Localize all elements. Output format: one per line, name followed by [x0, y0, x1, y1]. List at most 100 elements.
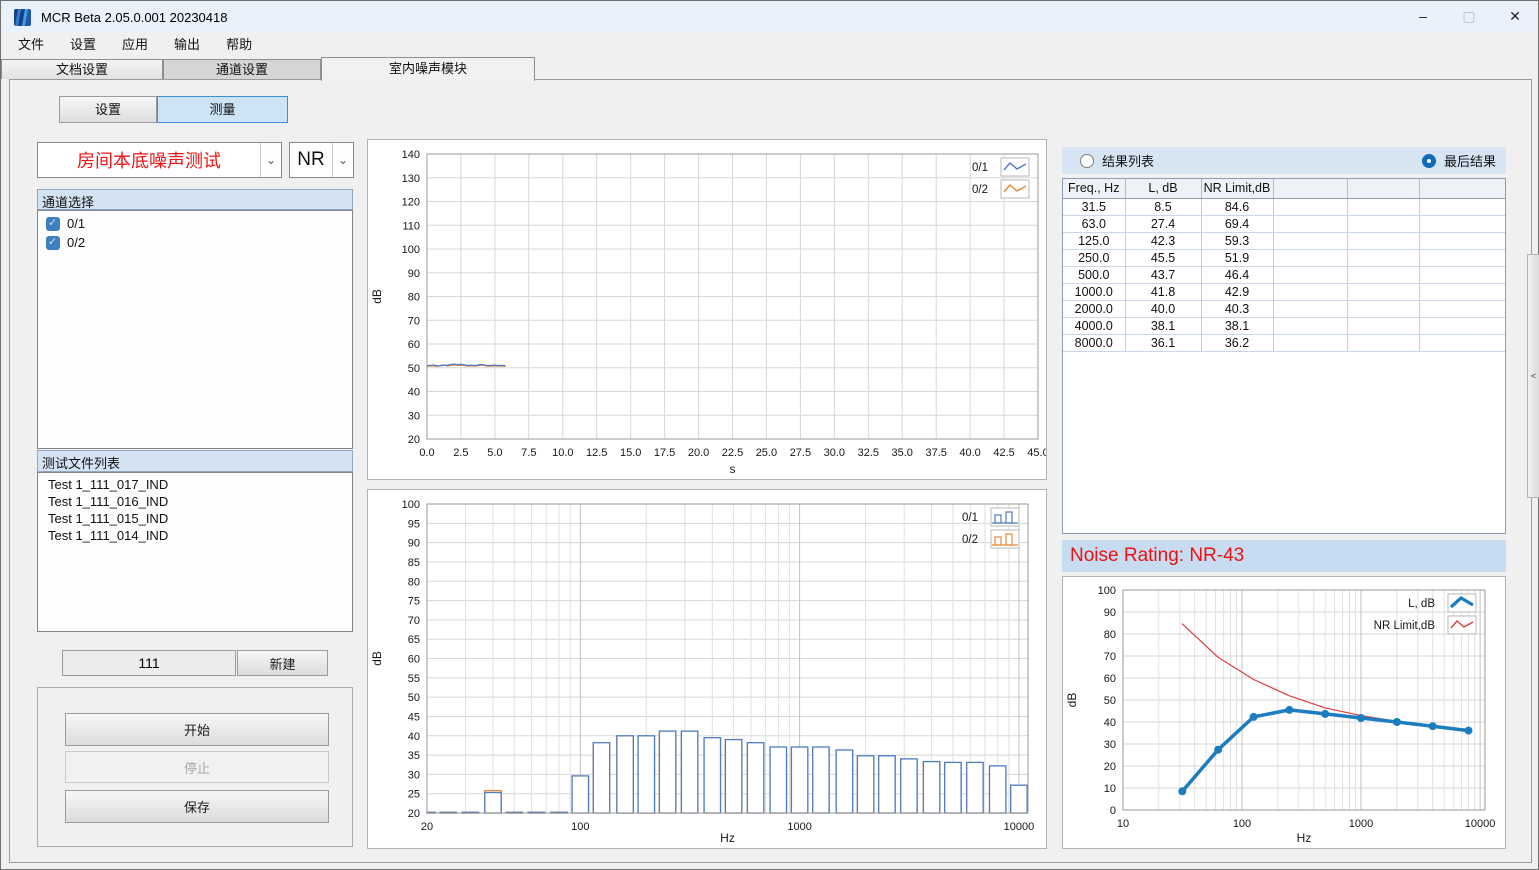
channel-label: 0/2	[67, 235, 85, 250]
checkbox-icon[interactable]	[46, 236, 60, 250]
menu-item-设置[interactable]: 设置	[57, 33, 109, 56]
table-row[interactable]: 250.045.551.9	[1063, 249, 1506, 266]
table-cell	[1419, 249, 1506, 266]
rating-standard-combo[interactable]: NR ⌄	[289, 142, 354, 178]
tab-室内噪声模块[interactable]: 室内噪声模块	[321, 57, 535, 81]
svg-text:20: 20	[421, 821, 433, 833]
last-result-label: 最后结果	[1444, 151, 1496, 170]
stop-button[interactable]: 停止	[65, 751, 329, 783]
results-table-container: Freq., HzL, dBNR Limit,dB 31.58.584.663.…	[1062, 178, 1506, 534]
save-button[interactable]: 保存	[65, 790, 329, 823]
table-row[interactable]: 125.042.359.3	[1063, 232, 1506, 249]
table-row[interactable]: 63.027.469.4	[1063, 215, 1506, 232]
table-cell: 45.5	[1125, 249, 1201, 266]
table-cell: 59.3	[1201, 232, 1273, 249]
svg-text:30: 30	[408, 769, 420, 781]
chevron-down-icon[interactable]: ⌄	[260, 143, 281, 177]
file-item[interactable]: Test 1_111_015_IND	[38, 510, 352, 527]
svg-text:90: 90	[408, 538, 420, 550]
results-col-header: L, dB	[1125, 179, 1201, 198]
titlebar: MCR Beta 2.05.0.001 20230418 – ▢ ✕	[1, 1, 1538, 33]
measure-control-group: 开始 停止 保存	[37, 687, 353, 847]
collapse-panel-handle[interactable]: <	[1527, 254, 1539, 498]
tab-通道设置[interactable]: 通道设置	[163, 59, 321, 79]
svg-text:40: 40	[408, 387, 420, 399]
last-result-radio[interactable]: 最后结果	[1422, 151, 1496, 170]
svg-text:70: 70	[408, 315, 420, 327]
svg-text:30.0: 30.0	[824, 447, 845, 459]
result-mode-bar: 结果列表 最后结果	[1062, 147, 1506, 174]
file-item[interactable]: Test 1_111_014_IND	[38, 527, 352, 544]
rating-standard-value: NR	[290, 149, 332, 171]
close-icon[interactable]: ✕	[1492, 1, 1538, 33]
noise-rating-value: Noise Rating: NR-43	[1070, 545, 1244, 567]
svg-text:80: 80	[1104, 629, 1116, 641]
file-item[interactable]: Test 1_111_017_IND	[38, 476, 352, 493]
table-cell: 69.4	[1201, 215, 1273, 232]
radio-off-icon[interactable]	[1080, 154, 1094, 168]
results-col-header: Freq., Hz	[1063, 179, 1125, 198]
test-type-value: 房间本底噪声测试	[38, 147, 260, 173]
table-row[interactable]: 1000.041.842.9	[1063, 283, 1506, 300]
svg-text:0: 0	[1110, 805, 1116, 817]
table-cell	[1273, 198, 1347, 215]
result-list-label: 结果列表	[1102, 151, 1154, 170]
svg-text:0/1: 0/1	[972, 162, 988, 174]
table-row[interactable]: 2000.040.040.3	[1063, 300, 1506, 317]
table-cell	[1419, 317, 1506, 334]
subtab-settings[interactable]: 设置	[59, 96, 157, 123]
svg-text:110: 110	[402, 220, 420, 232]
nr-chart-panel: 010203040506070809010010100100010000HzdB…	[1062, 576, 1506, 849]
tab-文档设置[interactable]: 文档设置	[1, 59, 163, 79]
result-list-radio[interactable]: 结果列表	[1080, 151, 1154, 170]
results-table-body: 31.58.584.663.027.469.4125.042.359.3250.…	[1063, 198, 1506, 351]
checkbox-icon[interactable]	[46, 217, 60, 231]
table-cell	[1273, 215, 1347, 232]
table-cell	[1273, 334, 1347, 351]
app-window: { "window": { "title": "MCR Beta 2.05.0.…	[0, 0, 1539, 870]
test-name-input[interactable]	[62, 650, 236, 676]
table-row[interactable]: 31.58.584.6	[1063, 198, 1506, 215]
svg-text:30: 30	[408, 410, 420, 422]
menu-item-输出[interactable]: 输出	[161, 33, 213, 56]
spectrum-chart: 2025303540455055606570758085909510020100…	[368, 490, 1046, 848]
results-table: Freq., HzL, dBNR Limit,dB 31.58.584.663.…	[1063, 179, 1506, 352]
channel-item-0/2[interactable]: 0/2	[38, 233, 352, 252]
table-row[interactable]: 4000.038.138.1	[1063, 317, 1506, 334]
table-row[interactable]: 8000.036.136.2	[1063, 334, 1506, 351]
svg-text:140: 140	[402, 149, 420, 161]
table-cell	[1273, 300, 1347, 317]
svg-text:100: 100	[1233, 818, 1251, 830]
minimize-icon[interactable]: –	[1400, 1, 1446, 33]
table-row[interactable]: 500.043.746.4	[1063, 266, 1506, 283]
channel-item-0/1[interactable]: 0/1	[38, 214, 352, 233]
svg-text:15.0: 15.0	[620, 447, 641, 459]
tabstrip: 文档设置通道设置室内噪声模块	[1, 56, 1538, 80]
table-cell: 36.1	[1125, 334, 1201, 351]
menu-item-帮助[interactable]: 帮助	[213, 33, 265, 56]
svg-text:50: 50	[408, 363, 420, 375]
menu-item-文件[interactable]: 文件	[5, 33, 57, 56]
svg-text:s: s	[730, 462, 736, 476]
maximize-icon[interactable]: ▢	[1446, 1, 1492, 33]
start-button[interactable]: 开始	[65, 713, 329, 746]
table-cell	[1273, 266, 1347, 283]
table-cell: 4000.0	[1063, 317, 1125, 334]
svg-text:10: 10	[1117, 818, 1129, 830]
menu-item-应用[interactable]: 应用	[109, 33, 161, 56]
chevron-down-icon[interactable]: ⌄	[332, 143, 353, 177]
new-button[interactable]: 新建	[237, 650, 328, 676]
results-col-header	[1347, 179, 1419, 198]
svg-text:1000: 1000	[1349, 818, 1373, 830]
radio-on-icon[interactable]	[1422, 154, 1436, 168]
time-history-chart: 20304050607080901001101201301400.02.55.0…	[368, 140, 1046, 479]
table-cell	[1347, 300, 1419, 317]
svg-text:0/2: 0/2	[962, 534, 978, 546]
svg-text:20: 20	[408, 434, 420, 446]
test-type-combo[interactable]: 房间本底噪声测试 ⌄	[37, 142, 282, 178]
file-item[interactable]: Test 1_111_016_IND	[38, 493, 352, 510]
table-cell: 38.1	[1201, 317, 1273, 334]
svg-text:37.5: 37.5	[925, 447, 946, 459]
subtab-measure[interactable]: 测量	[157, 96, 288, 123]
svg-text:90: 90	[1104, 607, 1116, 619]
